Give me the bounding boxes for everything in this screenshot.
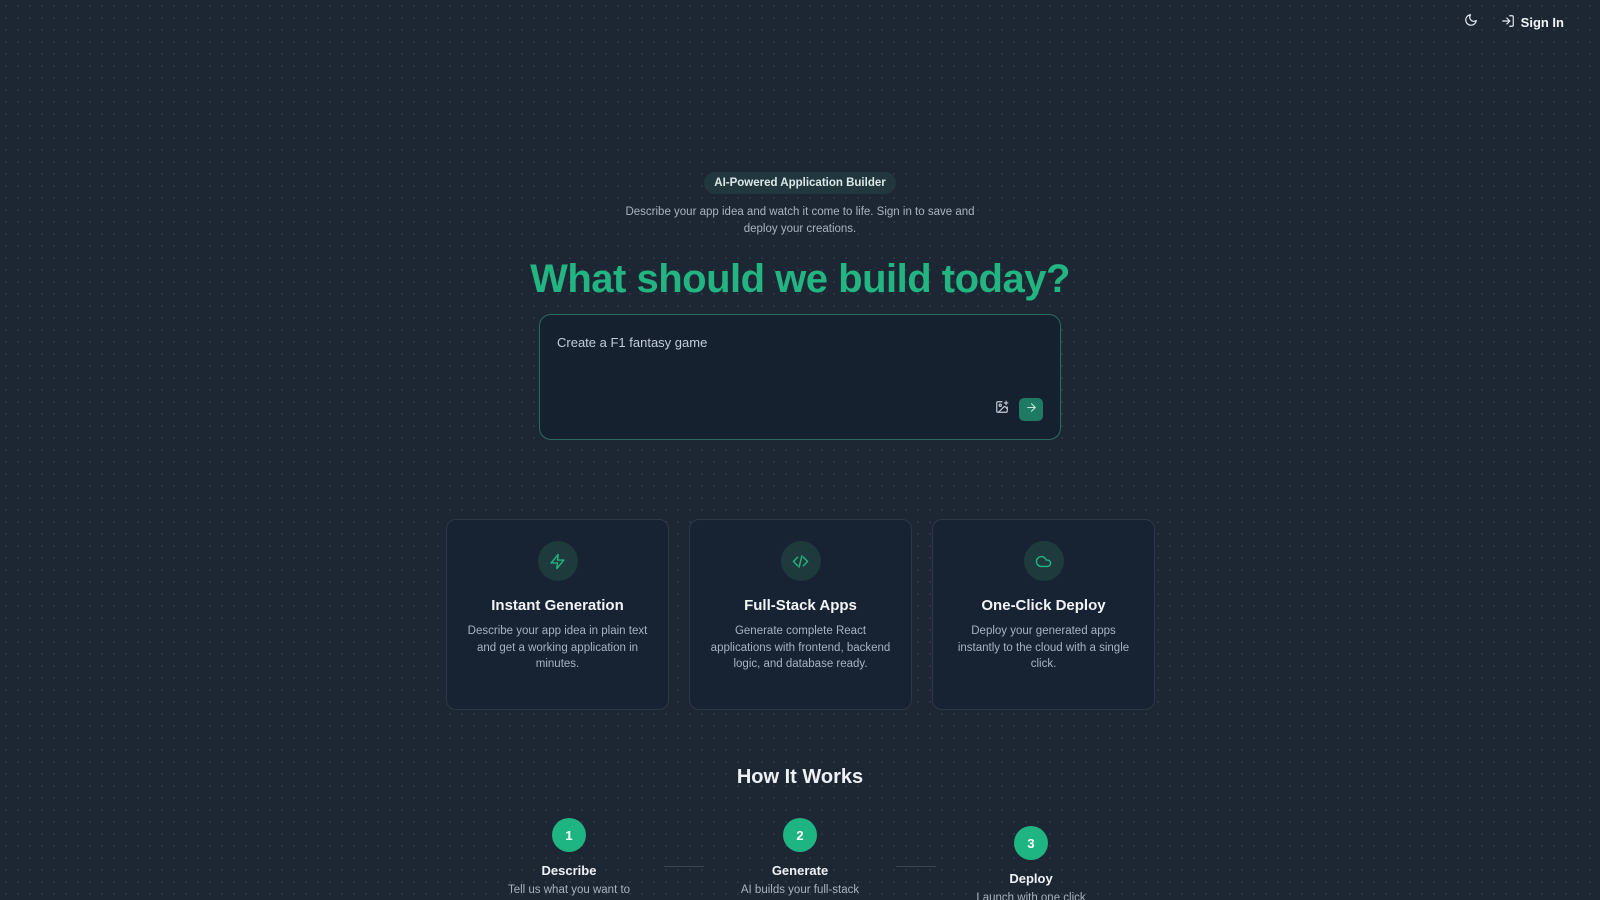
image-plus-icon: [995, 400, 1009, 419]
step-title: Generate: [771, 863, 829, 878]
features-section: Instant Generation Describe your app ide…: [446, 519, 1155, 710]
feature-title: Instant Generation: [491, 597, 624, 614]
prompt-input-text[interactable]: Create a F1 fantasy game: [557, 335, 707, 350]
step-deploy: 3 Deploy Launch with one click: [951, 826, 1111, 900]
feature-card-one-click-deploy: One-Click Deploy Deploy your generated a…: [932, 519, 1155, 710]
prompt-input[interactable]: Create a F1 fantasy game: [539, 314, 1061, 440]
arrow-right-icon: [1025, 401, 1038, 419]
feature-card-full-stack-apps: Full-Stack Apps Generate complete React …: [689, 519, 912, 710]
step-description: Launch with one click: [976, 892, 1086, 900]
moon-icon: [1464, 13, 1478, 32]
attach-image-button[interactable]: [993, 400, 1011, 419]
step-description: Tell us what you want to: [507, 884, 631, 896]
feature-description: Deploy your generated apps instantly to …: [957, 625, 1130, 670]
zap-icon: [537, 541, 578, 581]
step-number-badge: 1: [552, 818, 586, 852]
theme-toggle-button[interactable]: [1459, 10, 1483, 34]
feature-title: Full-Stack Apps: [744, 597, 857, 614]
log-in-icon: [1501, 14, 1515, 31]
how-it-works-title: How It Works: [736, 766, 864, 788]
feature-description: Generate complete React applications wit…: [710, 625, 891, 670]
hero-section: AI-Powered Application Builder Describe …: [0, 172, 1600, 440]
page-title: What should we build today?: [530, 257, 1070, 301]
hero-subtitle: Describe your app idea and watch it come…: [625, 206, 975, 235]
sign-in-label: Sign In: [1520, 14, 1564, 30]
step-generate: 2 Generate AI builds your full-stack: [720, 818, 880, 896]
step-number-badge: 3: [1014, 826, 1048, 860]
step-describe: 1 Describe Tell us what you want to: [489, 818, 649, 896]
send-button[interactable]: [1019, 398, 1043, 421]
top-bar: Sign In: [1459, 10, 1564, 34]
feature-card-instant-generation: Instant Generation Describe your app ide…: [446, 519, 669, 710]
sign-in-button[interactable]: Sign In: [1501, 14, 1564, 31]
cloud-icon: [1023, 541, 1064, 581]
step-connector: [664, 866, 704, 867]
step-title: Describe: [541, 863, 597, 878]
feature-title: One-Click Deploy: [981, 597, 1106, 614]
code-icon: [780, 541, 821, 581]
step-number-badge: 2: [783, 818, 817, 852]
step-title: Deploy: [1009, 871, 1053, 886]
step-description: AI builds your full-stack: [740, 884, 860, 896]
feature-description: Describe your app idea in plain text and…: [467, 625, 648, 670]
prompt-actions: [993, 398, 1043, 421]
hero-badge: AI-Powered Application Builder: [704, 172, 896, 194]
step-connector: [896, 866, 936, 867]
